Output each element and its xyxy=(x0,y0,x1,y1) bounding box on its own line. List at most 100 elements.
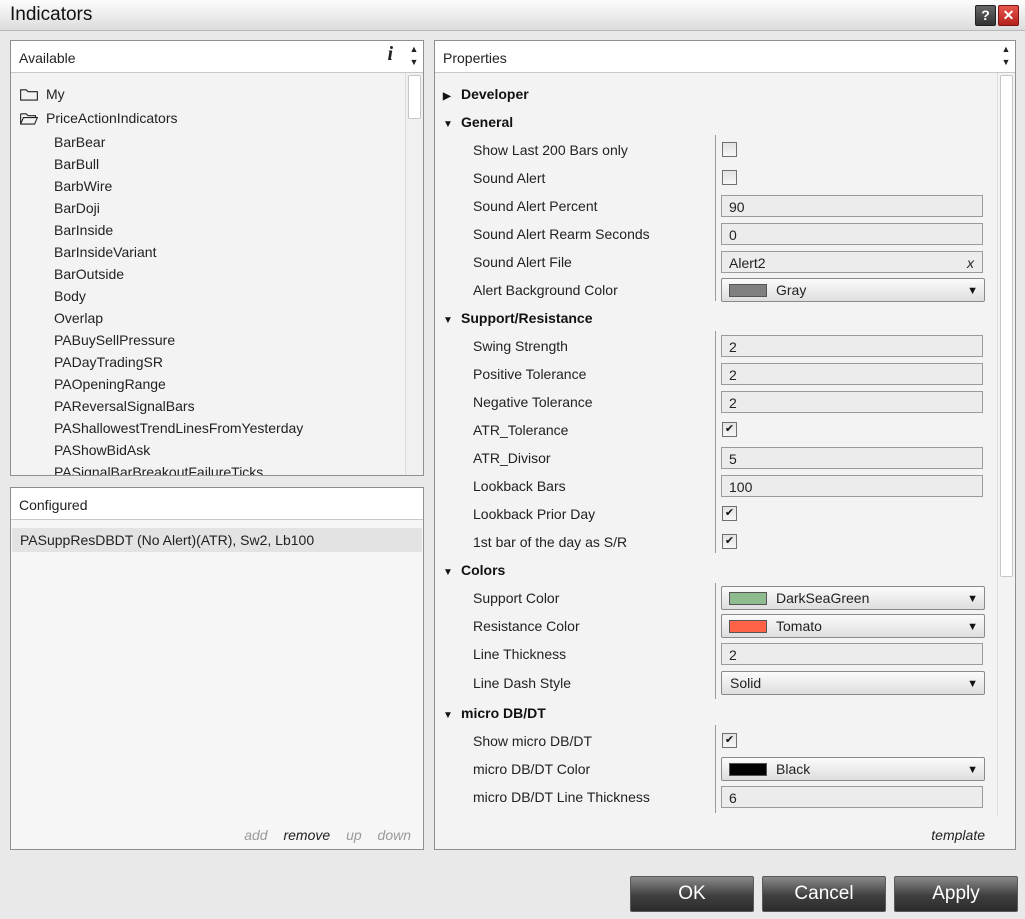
color-swatch xyxy=(729,620,767,633)
prop-label: Support Color xyxy=(473,590,560,606)
window-title: Indicators xyxy=(10,4,93,25)
lookback-prior-day-checkbox[interactable]: ✔ xyxy=(722,506,737,521)
properties-title: Properties xyxy=(443,50,507,66)
available-tree: My PriceActionIndicators BarBear BarBull… xyxy=(11,73,405,475)
info-icon[interactable]: i xyxy=(387,43,393,66)
sound-alert-file-field[interactable]: Alert2 x xyxy=(721,251,983,273)
sound-alert-percent-field[interactable]: 90 xyxy=(721,195,983,217)
available-title: Available xyxy=(19,50,76,66)
negative-tolerance-field[interactable]: 2 xyxy=(721,391,983,413)
configured-actions: add remove up down xyxy=(232,827,411,843)
remove-button[interactable]: remove xyxy=(283,827,330,843)
template-link[interactable]: template xyxy=(931,827,985,843)
category-colors[interactable]: ▼ Colors xyxy=(443,558,505,582)
indicator-item[interactable]: PAShowBidAsk xyxy=(54,439,150,461)
sound-alert-checkbox[interactable] xyxy=(722,170,737,185)
prop-label: Swing Strength xyxy=(473,338,568,354)
indicator-item[interactable]: BarBear xyxy=(54,131,105,153)
indicator-item[interactable]: BarbWire xyxy=(54,175,112,197)
color-swatch xyxy=(729,284,767,297)
category-general[interactable]: ▼ General xyxy=(443,110,513,134)
expanded-arrow-icon: ▼ xyxy=(443,710,453,721)
folder-priceactionindicators[interactable]: PriceActionIndicators xyxy=(19,108,178,128)
configured-panel: Configured PASuppResDBDT (No Alert)(ATR)… xyxy=(10,487,424,850)
resistance-color-select[interactable]: Tomato ▼ xyxy=(721,614,985,638)
apply-button[interactable]: Apply xyxy=(894,876,1018,912)
cancel-button[interactable]: Cancel xyxy=(762,876,886,912)
prop-label: micro DB/DT Color xyxy=(473,761,591,777)
prop-label: Lookback Prior Day xyxy=(473,506,596,522)
alert-bg-color-select[interactable]: Gray ▼ xyxy=(721,278,985,302)
expanded-arrow-icon: ▼ xyxy=(443,567,453,578)
atr-divisor-field[interactable]: 5 xyxy=(721,447,983,469)
indicator-item[interactable]: PASignalBarBreakoutFailureTicks xyxy=(54,461,263,475)
configured-item[interactable]: PASuppResDBDT (No Alert)(ATR), Sw2, Lb10… xyxy=(12,528,422,552)
atr-tolerance-checkbox[interactable]: ✔ xyxy=(722,422,737,437)
properties-scrollbar[interactable] xyxy=(997,73,1015,817)
prop-label: micro DB/DT Line Thickness xyxy=(473,789,650,805)
sound-alert-rearm-field[interactable]: 0 xyxy=(721,223,983,245)
collapsed-arrow-icon: ▶ xyxy=(443,91,451,102)
properties-panel: Properties ▲ ▼ ▶ Developer ▼ General Show L… xyxy=(434,40,1016,850)
first-bar-sr-checkbox[interactable]: ✔ xyxy=(722,534,737,549)
indicator-item[interactable]: PAOpeningRange xyxy=(54,373,166,395)
add-button[interactable]: add xyxy=(244,827,267,843)
prop-label: Sound Alert Percent xyxy=(473,198,598,214)
prop-label: 1st bar of the day as S/R xyxy=(473,534,628,550)
title-bar: Indicators ? ✕ xyxy=(0,0,1025,31)
close-button[interactable]: ✕ xyxy=(998,5,1019,26)
indicator-item[interactable]: Overlap xyxy=(54,307,103,329)
available-scroll-thumb[interactable] xyxy=(408,75,421,119)
down-button[interactable]: down xyxy=(378,827,411,843)
indicator-item[interactable]: PAReversalSignalBars xyxy=(54,395,195,417)
category-developer[interactable]: ▶ Developer xyxy=(443,82,529,106)
show-last-200-checkbox[interactable] xyxy=(722,142,737,157)
indicator-item[interactable]: BarInside xyxy=(54,219,113,241)
category-support-resistance[interactable]: ▼ Support/Resistance xyxy=(443,306,592,330)
swing-strength-field[interactable]: 2 xyxy=(721,335,983,357)
clear-icon[interactable]: x xyxy=(967,252,974,274)
folder-open-icon xyxy=(20,113,39,125)
category-micro-dbdt[interactable]: ▼ micro DB/DT xyxy=(443,701,546,725)
available-scrollbar[interactable] xyxy=(405,73,423,475)
color-swatch xyxy=(729,763,767,776)
configured-title: Configured xyxy=(19,497,88,513)
properties-scroll-thumb[interactable] xyxy=(1000,75,1013,577)
prop-label: Show Last 200 Bars only xyxy=(473,142,628,158)
indicator-item[interactable]: BarOutside xyxy=(54,263,124,285)
properties-header: Properties ▲ ▼ xyxy=(435,41,1015,73)
indicator-item[interactable]: PAShallowestTrendLinesFromYesterday xyxy=(54,417,303,439)
prop-label: Negative Tolerance xyxy=(473,394,593,410)
prop-label: Sound Alert xyxy=(473,170,546,186)
indicator-item[interactable]: PABuySellPressure xyxy=(54,329,175,351)
show-micro-checkbox[interactable]: ✔ xyxy=(722,733,737,748)
indicator-item[interactable]: Body xyxy=(54,285,86,307)
header-scroll-arrows-icon[interactable]: ▲ ▼ xyxy=(999,43,1013,69)
folder-my[interactable]: My xyxy=(19,84,65,104)
indicator-item[interactable]: BarDoji xyxy=(54,197,100,219)
prop-label: Alert Background Color xyxy=(473,282,618,298)
prop-label: Line Thickness xyxy=(473,646,567,662)
prop-label: Lookback Bars xyxy=(473,478,566,494)
line-thickness-field[interactable]: 2 xyxy=(721,643,983,665)
indicator-item[interactable]: BarBull xyxy=(54,153,99,175)
micro-thickness-field[interactable]: 6 xyxy=(721,786,983,808)
lookback-bars-field[interactable]: 100 xyxy=(721,475,983,497)
indicator-item[interactable]: BarInsideVariant xyxy=(54,241,156,263)
up-button[interactable]: up xyxy=(346,827,362,843)
expanded-arrow-icon: ▼ xyxy=(443,315,453,326)
folder-icon xyxy=(20,89,38,101)
ok-button[interactable]: OK xyxy=(630,876,754,912)
prop-label: Positive Tolerance xyxy=(473,366,587,382)
positive-tolerance-field[interactable]: 2 xyxy=(721,363,983,385)
micro-color-select[interactable]: Black ▼ xyxy=(721,757,985,781)
indicator-item[interactable]: PADayTradingSR xyxy=(54,351,163,373)
help-button[interactable]: ? xyxy=(975,5,996,26)
header-scroll-arrows-icon[interactable]: ▲ ▼ xyxy=(407,43,421,69)
chevron-down-icon: ▼ xyxy=(967,764,978,776)
line-dash-style-select[interactable]: Solid ▼ xyxy=(721,671,985,695)
support-color-select[interactable]: DarkSeaGreen ▼ xyxy=(721,586,985,610)
column-divider xyxy=(715,135,716,301)
configured-header: Configured xyxy=(11,488,423,520)
prop-label: Sound Alert File xyxy=(473,254,572,270)
